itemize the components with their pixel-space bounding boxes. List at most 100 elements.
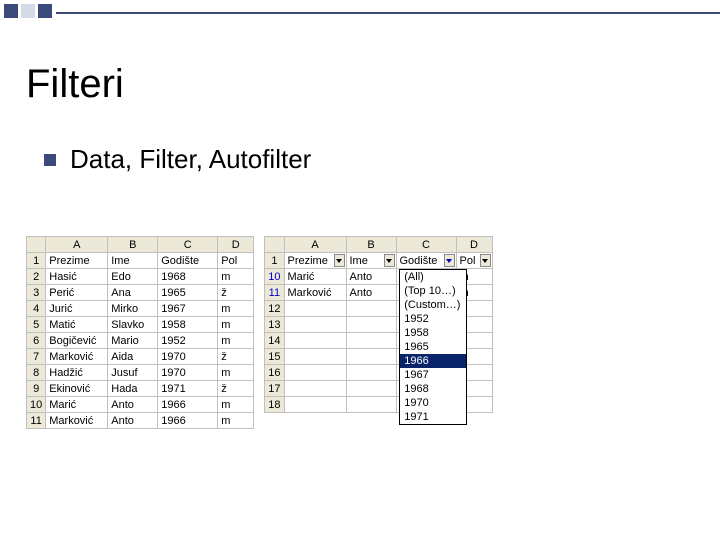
cell[interactable]: Perić xyxy=(46,285,108,301)
dropdown-item[interactable]: 1952 xyxy=(400,312,466,326)
cell[interactable]: Ana xyxy=(108,285,158,301)
cell[interactable]: 1952 xyxy=(158,333,218,349)
cell[interactable]: Marić xyxy=(284,269,346,285)
row-header[interactable]: 17 xyxy=(265,381,284,397)
dropdown-item[interactable]: 1968 xyxy=(400,382,466,396)
cell[interactable]: Jusuf xyxy=(108,365,158,381)
cell[interactable]: m xyxy=(218,397,254,413)
cell[interactable]: Hasić xyxy=(46,269,108,285)
autofilter-dropdown[interactable]: (All) (Top 10…) (Custom…) 1952 1958 1965… xyxy=(399,269,467,425)
row-header[interactable]: 9 xyxy=(27,381,46,397)
cell[interactable] xyxy=(346,397,396,413)
dropdown-item[interactable]: (Custom…) xyxy=(400,298,466,312)
row-header[interactable]: 2 xyxy=(27,269,46,285)
select-all-corner[interactable] xyxy=(27,237,46,253)
cell[interactable] xyxy=(284,317,346,333)
cell[interactable]: Bogičević xyxy=(46,333,108,349)
cell[interactable]: 1966 xyxy=(158,413,218,429)
cell[interactable]: Hada xyxy=(108,381,158,397)
cell[interactable] xyxy=(284,333,346,349)
cell[interactable]: Ekinović xyxy=(46,381,108,397)
dropdown-item[interactable]: 1970 xyxy=(400,396,466,410)
dropdown-item[interactable]: 1971 xyxy=(400,410,466,424)
row-header[interactable]: 14 xyxy=(265,333,284,349)
row-header[interactable]: 6 xyxy=(27,333,46,349)
cell[interactable]: 1958 xyxy=(158,317,218,333)
filter-dropdown-icon[interactable] xyxy=(444,254,455,267)
cell[interactable] xyxy=(284,365,346,381)
cell[interactable]: Jurić xyxy=(46,301,108,317)
cell[interactable] xyxy=(346,317,396,333)
cell[interactable]: Mario xyxy=(108,333,158,349)
row-header[interactable]: 1 xyxy=(265,253,284,269)
dropdown-item[interactable]: (All) xyxy=(400,270,466,284)
row-header[interactable]: 13 xyxy=(265,317,284,333)
cell[interactable]: Godište xyxy=(158,253,218,269)
cell[interactable]: m xyxy=(218,317,254,333)
cell[interactable] xyxy=(346,333,396,349)
cell[interactable]: Anto xyxy=(108,397,158,413)
filter-header-pol[interactable]: Pol xyxy=(456,253,492,269)
cell[interactable]: 1967 xyxy=(158,301,218,317)
cell[interactable]: 1966 xyxy=(158,397,218,413)
cell[interactable] xyxy=(284,349,346,365)
cell[interactable]: 1970 xyxy=(158,365,218,381)
cell[interactable] xyxy=(346,349,396,365)
cell[interactable]: 1970 xyxy=(158,349,218,365)
row-header[interactable]: 15 xyxy=(265,349,284,365)
row-header[interactable]: 11 xyxy=(265,285,284,301)
cell[interactable]: 1971 xyxy=(158,381,218,397)
cell[interactable]: Edo xyxy=(108,269,158,285)
filter-header-godiste[interactable]: Godište xyxy=(396,253,456,269)
cell[interactable]: Marić xyxy=(46,397,108,413)
col-header-d[interactable]: D xyxy=(456,237,492,253)
col-header-b[interactable]: B xyxy=(108,237,158,253)
cell[interactable]: m xyxy=(218,365,254,381)
row-header[interactable]: 5 xyxy=(27,317,46,333)
filter-dropdown-icon[interactable] xyxy=(334,254,345,267)
dropdown-item[interactable]: 1965 xyxy=(400,340,466,354)
cell[interactable]: ž xyxy=(218,381,254,397)
cell[interactable]: Marković xyxy=(46,413,108,429)
cell[interactable]: Anto xyxy=(108,413,158,429)
cell[interactable]: Anto xyxy=(346,285,396,301)
cell[interactable]: m xyxy=(218,269,254,285)
dropdown-item-selected[interactable]: 1966 xyxy=(400,354,466,368)
row-header[interactable]: 10 xyxy=(265,269,284,285)
cell[interactable]: Slavko xyxy=(108,317,158,333)
row-header[interactable]: 10 xyxy=(27,397,46,413)
cell[interactable]: Ime xyxy=(108,253,158,269)
dropdown-item[interactable]: 1958 xyxy=(400,326,466,340)
col-header-c[interactable]: C xyxy=(158,237,218,253)
filter-dropdown-icon[interactable] xyxy=(384,254,395,267)
cell[interactable]: Marković xyxy=(46,349,108,365)
cell[interactable]: Mirko xyxy=(108,301,158,317)
cell[interactable]: Prezime xyxy=(46,253,108,269)
cell[interactable]: Anto xyxy=(346,269,396,285)
col-header-c[interactable]: C xyxy=(396,237,456,253)
col-header-a[interactable]: A xyxy=(284,237,346,253)
cell[interactable]: Aida xyxy=(108,349,158,365)
cell[interactable]: m xyxy=(218,413,254,429)
select-all-corner[interactable] xyxy=(265,237,284,253)
row-header[interactable]: 7 xyxy=(27,349,46,365)
col-header-b[interactable]: B xyxy=(346,237,396,253)
cell[interactable]: ž xyxy=(218,349,254,365)
cell[interactable]: Pol xyxy=(218,253,254,269)
filter-dropdown-icon[interactable] xyxy=(480,254,491,267)
cell[interactable] xyxy=(346,381,396,397)
col-header-a[interactable]: A xyxy=(46,237,108,253)
row-header[interactable]: 8 xyxy=(27,365,46,381)
row-header[interactable]: 4 xyxy=(27,301,46,317)
cell[interactable]: m xyxy=(218,301,254,317)
cell[interactable] xyxy=(284,397,346,413)
row-header[interactable]: 12 xyxy=(265,301,284,317)
filter-header-prezime[interactable]: Prezime xyxy=(284,253,346,269)
dropdown-item[interactable]: 1967 xyxy=(400,368,466,382)
cell[interactable]: Hadžić xyxy=(46,365,108,381)
dropdown-item[interactable]: (Top 10…) xyxy=(400,284,466,298)
cell[interactable]: Marković xyxy=(284,285,346,301)
cell[interactable]: Matić xyxy=(46,317,108,333)
cell[interactable] xyxy=(346,365,396,381)
cell[interactable] xyxy=(346,301,396,317)
